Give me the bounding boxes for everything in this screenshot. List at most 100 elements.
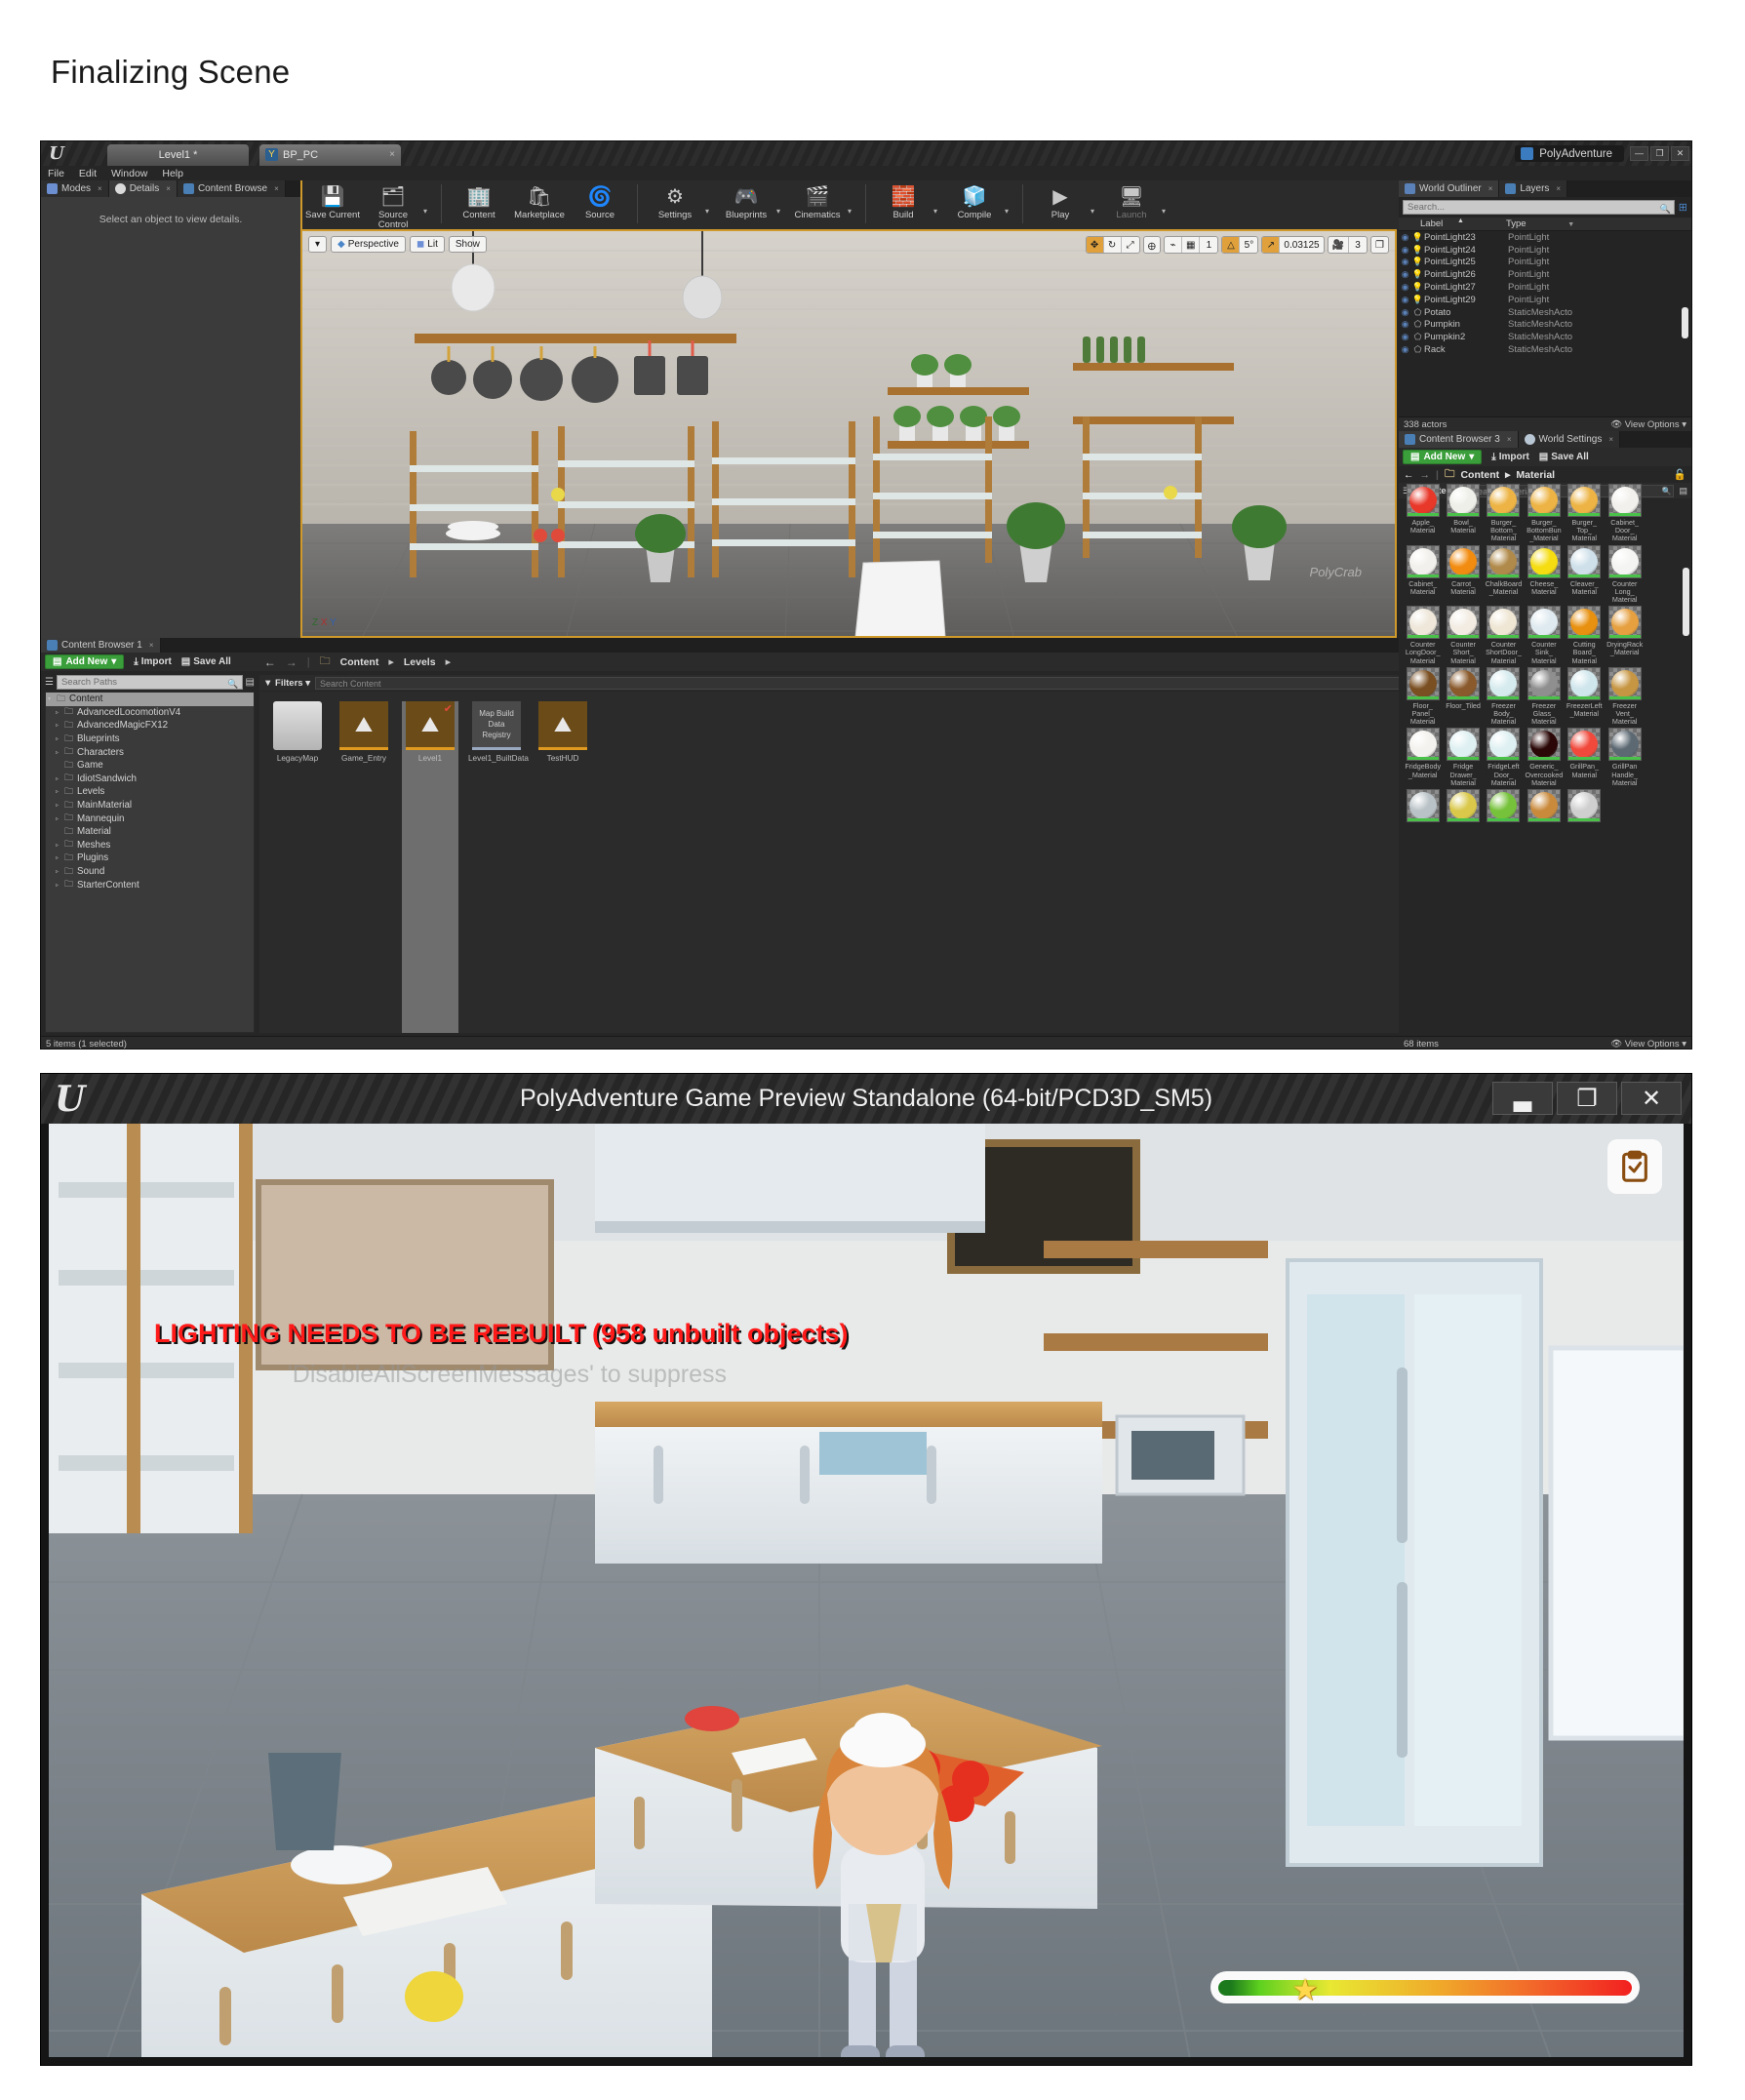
chevron-right-icon[interactable]: ▹: [56, 788, 64, 795]
scale-tool-icon[interactable]: ⤢: [1122, 237, 1139, 253]
grid-snap-icon[interactable]: ▦: [1182, 237, 1201, 253]
nav-forward-icon[interactable]: →: [286, 655, 297, 669]
outliner-row[interactable]: ◉ ⬠ Pumpkin StaticMeshActo: [1399, 319, 1691, 332]
chevron-right-icon[interactable]: ▹: [56, 749, 64, 756]
import-button-3[interactable]: ⤓ Import: [1491, 452, 1529, 462]
world-space-icon[interactable]: 🜨: [1142, 236, 1161, 254]
level-asset[interactable]: ⛰ Game_Entry: [336, 701, 392, 1033]
material-asset[interactable]: Freezer Vent_ Material: [1605, 666, 1645, 727]
outliner-row[interactable]: ◉ 💡 PointLight27 PointLight: [1399, 281, 1691, 294]
folder-tree[interactable]: ▾ 🗀 Content ▹ 🗀 AdvancedLocomotionV4 ▹ 🗀 Advance…: [45, 692, 255, 1033]
menu-item-help[interactable]: Help: [162, 168, 183, 179]
outliner-row[interactable]: ◉ 💡 PointLight25 PointLight: [1399, 257, 1691, 269]
material-asset[interactable]: Counter Short_ Material: [1443, 606, 1483, 665]
chevron-right-icon[interactable]: ▾: [48, 695, 57, 702]
visibility-toggle-icon[interactable]: ◉: [1399, 295, 1411, 305]
material-asset[interactable]: Apple_ Material: [1403, 484, 1443, 543]
maximize-viewport-icon[interactable]: ❐: [1370, 236, 1389, 254]
menu-item-edit[interactable]: Edit: [79, 168, 97, 179]
material-asset[interactable]: Counter Sink_ Material: [1524, 606, 1564, 665]
level-asset[interactable]: Map Build Data Registry Level1_BuiltData: [468, 701, 529, 1033]
outliner-row[interactable]: ◉ 💡 PointLight24 PointLight: [1399, 244, 1691, 257]
outliner-search-input[interactable]: Search... 🔍: [1403, 200, 1675, 215]
visibility-toggle-icon[interactable]: ◉: [1399, 232, 1411, 243]
save-all-button-3[interactable]: ▤ Save All: [1539, 452, 1589, 462]
material-asset[interactable]: [1484, 789, 1524, 824]
chevron-right-icon[interactable]: ▹: [56, 882, 64, 889]
move-tool-icon[interactable]: ✥: [1086, 237, 1104, 253]
toolbar-button-blueprints[interactable]: 🎮 Blueprints: [716, 180, 776, 220]
chevron-right-icon[interactable]: ▹: [56, 815, 64, 822]
chevron-down-icon[interactable]: ▾: [848, 207, 858, 216]
chevron-right-icon[interactable]: ▹: [56, 735, 64, 742]
tab-content-browser-1[interactable]: Content Browser 1 ×: [41, 638, 161, 653]
material-asset[interactable]: [1403, 789, 1443, 824]
tab-bp-pc[interactable]: Y BP_PC ×: [259, 144, 401, 166]
material-asset[interactable]: [1565, 789, 1605, 824]
material-asset[interactable]: Cleaver_ Material: [1565, 544, 1605, 605]
angle-snap-icon[interactable]: △: [1222, 237, 1241, 253]
close-icon[interactable]: ×: [149, 641, 154, 650]
tab-world-settings[interactable]: World Settings ×: [1518, 431, 1621, 448]
game-minimize-button[interactable]: ▃: [1492, 1082, 1553, 1115]
material-asset[interactable]: ChalkBoard _Material: [1484, 544, 1524, 605]
angle-snap-value[interactable]: 5°: [1240, 237, 1257, 253]
level-asset[interactable]: ⛰ ✔ Level1: [402, 701, 458, 1033]
tab-level1[interactable]: Level1 *: [107, 144, 249, 166]
close-icon[interactable]: ×: [1488, 184, 1493, 193]
view-options-button-3[interactable]: 👁 View Options ▾: [1610, 1039, 1686, 1050]
toolbar-button-cinematics[interactable]: 🎬 Cinematics: [787, 180, 848, 220]
breadcrumb-content[interactable]: Content: [340, 656, 379, 668]
material-asset[interactable]: Generic_ Overcooked Material: [1524, 728, 1564, 787]
material-asset[interactable]: Freezer Glass_ Material: [1524, 666, 1564, 727]
tree-item-startercontent[interactable]: ▹ 🗀 StarterContent: [46, 878, 254, 892]
close-icon[interactable]: ×: [1556, 184, 1561, 193]
search-paths-input[interactable]: Search Paths 🔍: [56, 675, 243, 690]
nav-back-icon[interactable]: ←: [1404, 469, 1414, 481]
visibility-toggle-icon[interactable]: ◉: [1399, 269, 1411, 280]
outliner-scrollbar[interactable]: [1682, 307, 1688, 338]
outliner-view-options-button[interactable]: 👁 View Options ▾: [1610, 419, 1686, 430]
outliner-row[interactable]: ◉ ⬠ Pumpkin2 StaticMeshActo: [1399, 331, 1691, 343]
clipboard-check-icon[interactable]: [1607, 1139, 1662, 1194]
scale-snap-value[interactable]: 0.03125: [1280, 237, 1323, 253]
viewport-lit-button[interactable]: ◼ Lit: [409, 236, 445, 253]
column-label[interactable]: Label ▲: [1399, 218, 1506, 229]
outliner-row[interactable]: ◉ 💡 PointLight26 PointLight: [1399, 268, 1691, 281]
chevron-right-icon[interactable]: ▹: [56, 842, 64, 849]
chevron-right-icon[interactable]: ▹: [56, 854, 64, 861]
material-asset[interactable]: Fridge Drawer_ Material: [1443, 728, 1483, 787]
toolbar-button-play[interactable]: ▶ Play: [1030, 180, 1091, 220]
material-asset[interactable]: FridgeBody _Material: [1403, 728, 1443, 787]
editor-minimize-button[interactable]: —: [1630, 146, 1648, 161]
breadcrumb-levels[interactable]: Levels: [404, 656, 436, 668]
visibility-toggle-icon[interactable]: ◉: [1399, 245, 1411, 256]
close-icon[interactable]: ×: [1608, 435, 1613, 444]
outliner-row[interactable]: ◉ 💡 PointLight23 PointLight: [1399, 231, 1691, 244]
material-asset[interactable]: Cutting Board_ Material: [1565, 606, 1605, 665]
toolbar-button-marketplace[interactable]: 🛍 Marketplace: [509, 180, 570, 220]
visibility-toggle-icon[interactable]: ◉: [1399, 319, 1411, 330]
chevron-right-icon[interactable]: ▹: [56, 868, 64, 875]
toolbar-button-compile[interactable]: 🧊 Compile: [944, 180, 1005, 220]
nav-forward-icon[interactable]: →: [1420, 469, 1431, 481]
nav-back-icon[interactable]: ←: [264, 655, 276, 669]
level-asset[interactable]: ⛰ TestHUD: [535, 701, 591, 1033]
chevron-down-icon[interactable]: ▾: [1091, 207, 1101, 216]
camera-speed-value[interactable]: 3: [1349, 237, 1367, 253]
editor-maximize-button[interactable]: ❐: [1650, 146, 1669, 161]
add-new-button-3[interactable]: ▤ Add New ▾: [1403, 450, 1483, 464]
level-asset[interactable]: LegacyMap: [269, 701, 326, 1033]
close-icon[interactable]: ×: [166, 184, 171, 193]
chevron-down-icon[interactable]: ▾: [933, 207, 944, 216]
viewport-perspective-button[interactable]: ◆ Perspective: [331, 236, 406, 253]
toolbar-button-launch[interactable]: 🖥 Launch: [1101, 180, 1162, 220]
toolbar-button-settings[interactable]: ⚙ Settings: [645, 180, 705, 220]
material-asset[interactable]: GrillPan_ Material: [1565, 728, 1605, 787]
level-viewport[interactable]: ▾ ◆ Perspective ◼ Lit Show ✥ ↻ ⤢ 🜨 ⌁ ▦ 1…: [300, 229, 1397, 638]
outliner-rows[interactable]: ◉ 💡 PointLight23 PointLight ◉ 💡 PointLight24 Po…: [1399, 231, 1691, 356]
material-asset[interactable]: Burger_ Top_ Material: [1565, 484, 1605, 543]
visibility-toggle-icon[interactable]: ◉: [1399, 307, 1411, 318]
toolbar-button-source-control[interactable]: 🗂 Source Control: [363, 180, 423, 230]
material-asset[interactable]: [1443, 789, 1483, 824]
